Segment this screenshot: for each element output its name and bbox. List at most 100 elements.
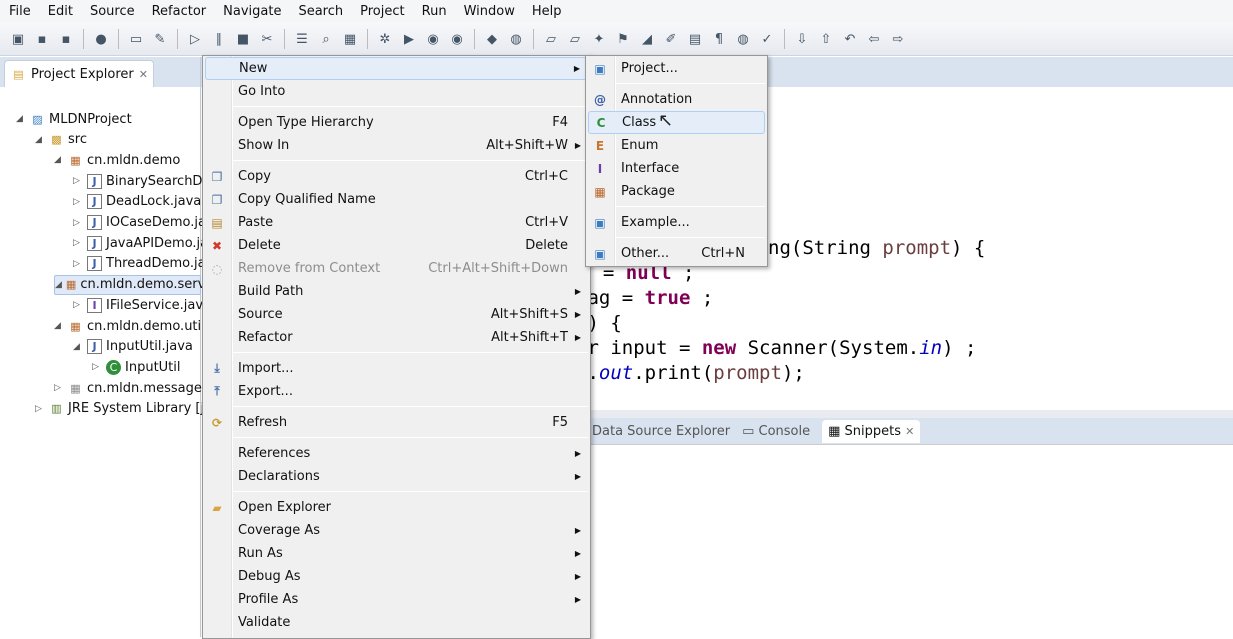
tab-snippets[interactable]: ▦ Snippets ✕ xyxy=(822,419,921,443)
back-nav-icon[interactable]: ⇦ xyxy=(864,29,884,49)
open-type-icon[interactable]: ☰ xyxy=(292,29,312,49)
tab-data-source-explorer[interactable]: Data Source Explorer xyxy=(592,424,730,439)
menu-refactor[interactable]: Refactor xyxy=(143,4,215,19)
menu-item-declarations[interactable]: Declarations ▶ xyxy=(205,465,588,488)
external-tools-icon[interactable]: ◉ xyxy=(447,29,467,49)
run-icon[interactable]: ▶ xyxy=(399,29,419,49)
suspend-icon[interactable]: ∥ xyxy=(209,29,229,49)
mark-icon[interactable]: ◢ xyxy=(637,29,657,49)
tree-item[interactable]: ▷ J JavaAPIDemo.ja xyxy=(73,233,208,253)
close-icon[interactable]: ✕ xyxy=(139,68,148,81)
menu-item-class[interactable]: C Class xyxy=(588,111,765,134)
folder-icon[interactable]: ▱ xyxy=(565,29,585,49)
package-icon[interactable]: ▦ xyxy=(340,29,360,49)
menu-item-interface[interactable]: I Interface xyxy=(588,157,765,180)
bug-icon[interactable]: ✲ xyxy=(375,29,395,49)
tree-item[interactable]: ▷ J DeadLock.java xyxy=(73,192,201,212)
terminal-icon[interactable]: ▭ xyxy=(126,29,146,49)
expanded-arrow-icon[interactable]: ◢ xyxy=(16,114,26,124)
menu-item-export[interactable]: ⤒ Export... xyxy=(205,380,588,403)
new-icon[interactable]: ▣ xyxy=(8,29,28,49)
menu-navigate[interactable]: Navigate xyxy=(214,4,289,19)
menu-item-refactor[interactable]: Refactor Alt+Shift+T ▶ xyxy=(205,326,588,349)
menu-item-import[interactable]: ⤓ Import... xyxy=(205,357,588,380)
menu-item-package[interactable]: ▦ Package xyxy=(588,180,765,203)
menu-item-references[interactable]: References ▶ xyxy=(205,442,588,465)
open-folder-icon[interactable]: ▱ xyxy=(541,29,561,49)
step-icon[interactable]: ▷ xyxy=(185,29,205,49)
expanded-arrow-icon[interactable]: ◢ xyxy=(54,155,64,165)
menu-item-example[interactable]: ▣ Example... xyxy=(588,211,765,234)
close-icon[interactable]: ✕ xyxy=(905,425,914,438)
menu-item-delete[interactable]: ✖ Delete Delete xyxy=(205,234,588,257)
tree-item[interactable]: ◢ ▨ MLDNProject xyxy=(16,109,132,129)
world-icon[interactable]: ◍ xyxy=(733,29,753,49)
tree-item[interactable]: ▷ ▥ JRE System Library [jd xyxy=(35,399,212,419)
menu-item-debug-as[interactable]: Debug As ▶ xyxy=(205,565,588,588)
tree-item[interactable]: ◢ ▦ cn.mldn.demo.util xyxy=(54,316,205,336)
collapsed-arrow-icon[interactable]: ▷ xyxy=(92,362,102,372)
save-all-icon[interactable]: ▪ xyxy=(56,29,76,49)
menu-item-validate[interactable]: Validate xyxy=(205,611,588,634)
tree-item[interactable]: ▷ J IOCaseDemo.ja xyxy=(73,213,206,233)
menu-item-build-path[interactable]: Build Path ▶ xyxy=(205,280,588,303)
expanded-arrow-icon[interactable]: ◢ xyxy=(35,135,45,145)
menu-run[interactable]: Run xyxy=(413,4,455,19)
page-icon[interactable]: ▤ xyxy=(685,29,705,49)
back-icon[interactable]: ↶ xyxy=(840,29,860,49)
prev-annotation-icon[interactable]: ⇧ xyxy=(816,29,836,49)
pin-icon[interactable]: ✎ xyxy=(150,29,170,49)
paragraph-icon[interactable]: ¶ xyxy=(709,29,729,49)
menu-item-open-explorer[interactable]: ▰ Open Explorer xyxy=(205,496,588,519)
expanded-arrow-icon[interactable]: ◢ xyxy=(73,342,83,352)
tree-item[interactable]: ◢ ▩ src xyxy=(35,130,87,150)
annotation-icon[interactable]: ⚑ xyxy=(613,29,633,49)
stop-icon[interactable]: ■ xyxy=(233,29,253,49)
tab-console[interactable]: ▭ Console xyxy=(742,424,810,439)
tools-icon[interactable]: ✦ xyxy=(589,29,609,49)
collapsed-arrow-icon[interactable]: ▷ xyxy=(54,383,64,393)
menu-window[interactable]: Window xyxy=(455,4,523,19)
menu-item-annotation[interactable]: @ Annotation xyxy=(588,88,765,111)
menu-item-profile-as[interactable]: Profile As ▶ xyxy=(205,588,588,611)
tree-item[interactable]: ▷ J ThreadDemo.ja xyxy=(73,254,206,274)
menu-item-project[interactable]: ▣ Project... xyxy=(588,57,765,80)
search-icon[interactable]: ⌕ xyxy=(316,29,336,49)
tree-item[interactable]: ▷ C InputUtil xyxy=(92,357,181,377)
menu-item-open-type-hierarchy[interactable]: Open Type Hierarchy F4 xyxy=(205,111,588,134)
tree-item[interactable]: ▷ J BinarySearchDe xyxy=(73,171,210,191)
next-annotation-icon[interactable]: ⇩ xyxy=(792,29,812,49)
disconnect-icon[interactable]: ✂ xyxy=(257,29,277,49)
new-server-icon[interactable]: ◆ xyxy=(482,29,502,49)
collapsed-arrow-icon[interactable]: ▷ xyxy=(73,218,83,228)
menu-help[interactable]: Help xyxy=(523,4,570,19)
menu-item-new[interactable]: New ▶ xyxy=(205,57,588,80)
menu-search[interactable]: Search xyxy=(289,4,351,19)
globe-icon[interactable]: ◍ xyxy=(506,29,526,49)
tree-item[interactable]: ▷ ▦ cn.mldn.message xyxy=(54,378,202,398)
expanded-arrow-icon[interactable]: ◢ xyxy=(54,321,64,331)
menu-item-other[interactable]: ▣ Other... Ctrl+N xyxy=(588,242,765,265)
forward-icon[interactable]: ⇨ xyxy=(888,29,908,49)
collapsed-arrow-icon[interactable]: ▷ xyxy=(73,197,83,207)
menu-project[interactable]: Project xyxy=(351,4,412,19)
menu-item-enum[interactable]: E Enum xyxy=(588,134,765,157)
menu-item-paste[interactable]: ▤ Paste Ctrl+V xyxy=(205,211,588,234)
menu-item-refresh[interactable]: ⟳ Refresh F5 xyxy=(205,411,588,434)
debug-icon[interactable]: ● xyxy=(91,29,111,49)
run-last-icon[interactable]: ◉ xyxy=(423,29,443,49)
menu-item-source[interactable]: Source Alt+Shift+S ▶ xyxy=(205,303,588,326)
collapsed-arrow-icon[interactable]: ▷ xyxy=(73,176,83,186)
task-icon[interactable]: ✓ xyxy=(757,29,777,49)
menu-item-copy[interactable]: ❐ Copy Ctrl+C xyxy=(205,165,588,188)
menu-item-go-into[interactable]: Go Into xyxy=(205,80,588,103)
menu-item-show-in[interactable]: Show In Alt+Shift+W ▶ xyxy=(205,134,588,157)
menu-source[interactable]: Source xyxy=(81,4,143,19)
tree-item[interactable]: ◢ ▦ cn.mldn.demo xyxy=(54,150,180,170)
menu-file[interactable]: File xyxy=(0,4,39,19)
collapsed-arrow-icon[interactable]: ▷ xyxy=(73,259,83,269)
collapsed-arrow-icon[interactable]: ▷ xyxy=(73,300,83,310)
tree-item[interactable]: ◢ ▦ cn.mldn.demo.serv xyxy=(54,274,205,295)
expanded-arrow-icon[interactable]: ◢ xyxy=(55,280,62,290)
collapsed-arrow-icon[interactable]: ▷ xyxy=(35,404,45,414)
